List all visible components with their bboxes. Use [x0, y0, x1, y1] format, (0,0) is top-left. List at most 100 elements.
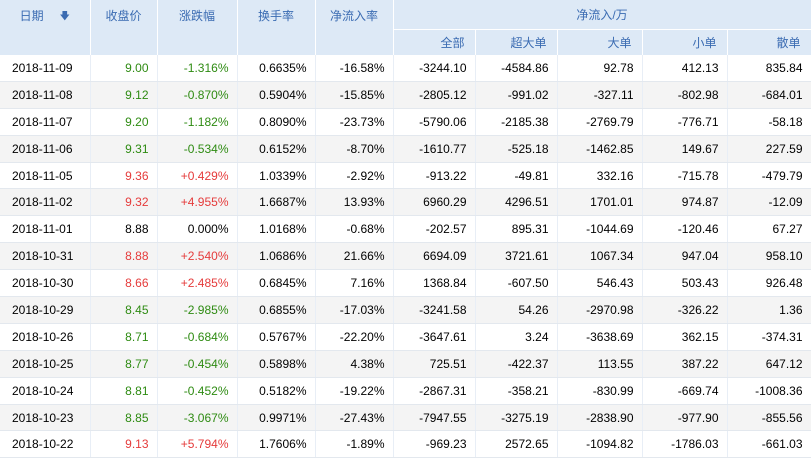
- date-cell: 2018-11-05: [0, 162, 91, 190]
- header-super-large[interactable]: 超大单: [475, 29, 558, 55]
- turnover-cell: 0.5767%: [237, 323, 316, 351]
- table-row: 2018-11-08 9.12 -0.870% 0.5904% -15.85% -2805…: [0, 81, 811, 109]
- header-retail[interactable]: 散单: [727, 29, 811, 55]
- net-inflow-all-cell: -2867.31: [393, 377, 476, 405]
- close-cell: 9.12: [90, 81, 158, 109]
- change-cell: -1.182%: [157, 108, 238, 136]
- retail-cell: -684.01: [727, 81, 811, 109]
- super-large-cell: -358.21: [475, 377, 558, 405]
- net-inflow-ratio-cell: -2.92%: [315, 162, 394, 190]
- date-cell: 2018-11-09: [0, 55, 91, 82]
- header-date[interactable]: 日期 🡇: [0, 0, 91, 55]
- header-change-pct[interactable]: 涨跌幅: [157, 0, 238, 55]
- table-row: 2018-10-24 8.81 -0.452% 0.5182% -19.22% -2867…: [0, 377, 811, 405]
- net-inflow-all-cell: 1368.84: [393, 269, 476, 298]
- net-inflow-all-cell: -3647.61: [393, 323, 476, 351]
- large-cell: -1044.69: [557, 215, 643, 244]
- turnover-cell: 1.0168%: [237, 215, 316, 244]
- net-inflow-ratio-cell: -15.85%: [315, 81, 394, 109]
- large-cell: 92.78: [557, 55, 643, 82]
- super-large-cell: 4296.51: [475, 188, 558, 217]
- super-large-cell: -991.02: [475, 81, 558, 109]
- turnover-cell: 0.5898%: [237, 350, 316, 378]
- table-row: 2018-10-26 8.71 -0.684% 0.5767% -22.20% -3647…: [0, 323, 811, 351]
- retail-cell: 835.84: [727, 55, 811, 82]
- net-inflow-ratio-cell: -17.03%: [315, 296, 394, 324]
- net-inflow-all-cell: -7947.55: [393, 404, 476, 432]
- net-inflow-ratio-cell: 13.93%: [315, 188, 394, 217]
- close-cell: 9.32: [90, 188, 158, 217]
- turnover-cell: 1.0686%: [237, 242, 316, 271]
- change-cell: -3.067%: [157, 404, 238, 432]
- small-cell: -977.90: [642, 404, 728, 432]
- super-large-cell: -2185.38: [475, 108, 558, 136]
- date-cell: 2018-10-31: [0, 242, 91, 271]
- turnover-cell: 0.5182%: [237, 377, 316, 405]
- change-cell: +2.540%: [157, 242, 238, 271]
- large-cell: 332.16: [557, 162, 643, 190]
- retail-cell: -12.09: [727, 188, 811, 217]
- change-cell: -0.454%: [157, 350, 238, 378]
- retail-cell: -58.18: [727, 108, 811, 136]
- date-cell: 2018-10-25: [0, 350, 91, 378]
- close-cell: 8.66: [90, 269, 158, 298]
- turnover-cell: 0.5904%: [237, 81, 316, 109]
- net-inflow-all-cell: -3244.10: [393, 55, 476, 82]
- large-cell: -2970.98: [557, 296, 643, 324]
- retail-cell: -855.56: [727, 404, 811, 432]
- close-cell: 8.45: [90, 296, 158, 324]
- retail-cell: -1008.36: [727, 377, 811, 405]
- small-cell: 412.13: [642, 55, 728, 82]
- small-cell: 947.04: [642, 242, 728, 271]
- table-row: 2018-10-29 8.45 -2.985% 0.6855% -17.03% -3241…: [0, 296, 811, 324]
- super-large-cell: -3275.19: [475, 404, 558, 432]
- small-cell: 503.43: [642, 269, 728, 298]
- date-cell: 2018-11-07: [0, 108, 91, 136]
- header-date-label: 日期: [19, 9, 44, 23]
- close-cell: 9.31: [90, 135, 158, 163]
- header-turnover[interactable]: 换手率: [237, 0, 316, 55]
- change-cell: +0.429%: [157, 162, 238, 190]
- close-cell: 9.13: [90, 430, 158, 458]
- net-inflow-all-cell: 6960.29: [393, 188, 476, 217]
- net-inflow-ratio-cell: 4.38%: [315, 350, 394, 378]
- net-inflow-ratio-cell: -27.43%: [315, 404, 394, 432]
- large-cell: -830.99: [557, 377, 643, 405]
- large-cell: 1701.01: [557, 188, 643, 217]
- net-inflow-all-cell: 6694.09: [393, 242, 476, 271]
- header-close[interactable]: 收盘价: [90, 0, 158, 55]
- net-inflow-all-cell: -969.23: [393, 430, 476, 458]
- change-cell: -0.452%: [157, 377, 238, 405]
- date-cell: 2018-11-06: [0, 135, 91, 163]
- turnover-cell: 0.6152%: [237, 135, 316, 163]
- small-cell: -1786.03: [642, 430, 728, 458]
- sort-down-arrow-icon[interactable]: 🡇: [60, 9, 70, 26]
- super-large-cell: 2572.65: [475, 430, 558, 458]
- table-row: 2018-10-31 8.88 +2.540% 1.0686% 21.66% 6694.0…: [0, 242, 811, 271]
- turnover-cell: 0.9971%: [237, 404, 316, 432]
- turnover-cell: 1.7606%: [237, 430, 316, 458]
- net-inflow-all-cell: -1610.77: [393, 135, 476, 163]
- retail-cell: 647.12: [727, 350, 811, 378]
- net-inflow-all-cell: -5790.06: [393, 108, 476, 136]
- close-cell: 8.77: [90, 350, 158, 378]
- header-large[interactable]: 大单: [557, 29, 643, 55]
- large-cell: 113.55: [557, 350, 643, 378]
- change-cell: -1.316%: [157, 55, 238, 82]
- date-cell: 2018-10-30: [0, 269, 91, 298]
- header-small[interactable]: 小单: [642, 29, 728, 55]
- close-cell: 8.71: [90, 323, 158, 351]
- large-cell: -1462.85: [557, 135, 643, 163]
- header-net-inflow-ratio[interactable]: 净流入率: [315, 0, 394, 55]
- table-row: 2018-11-05 9.36 +0.429% 1.0339% -2.92% -913.2…: [0, 162, 811, 190]
- super-large-cell: 895.31: [475, 215, 558, 244]
- date-cell: 2018-11-02: [0, 188, 91, 217]
- super-large-cell: -422.37: [475, 350, 558, 378]
- turnover-cell: 0.6845%: [237, 269, 316, 298]
- header-all[interactable]: 全部: [393, 29, 476, 55]
- retail-cell: -479.79: [727, 162, 811, 190]
- date-cell: 2018-11-08: [0, 81, 91, 109]
- large-cell: -3638.69: [557, 323, 643, 351]
- table-row: 2018-11-02 9.32 +4.955% 1.6687% 13.93% 6960.2…: [0, 188, 811, 217]
- retail-cell: 67.27: [727, 215, 811, 244]
